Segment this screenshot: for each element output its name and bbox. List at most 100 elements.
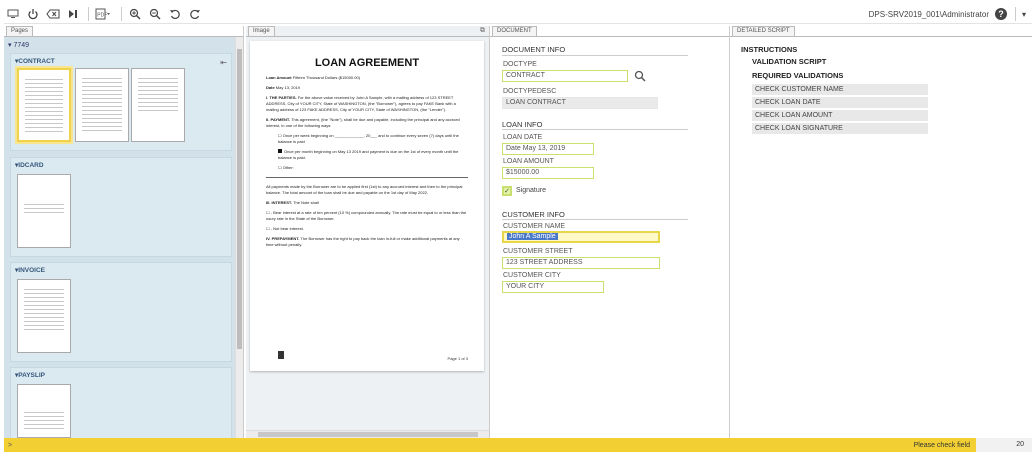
doc-payment: II. PAYMENT. This agreement, (the "Note"…	[266, 117, 460, 128]
page-thumb[interactable]	[17, 174, 71, 248]
toolbar-divider	[1014, 7, 1016, 21]
signature-checkbox[interactable]: ✓	[502, 186, 512, 196]
rotate-left-icon[interactable]	[166, 5, 184, 23]
scrollbar-thumb[interactable]	[258, 432, 478, 437]
tab-pages[interactable]: Pages	[6, 26, 34, 36]
doc-option-other: ☐ Other:	[278, 165, 294, 170]
group-contract[interactable]: ▾CONTRACT ⇤	[10, 53, 232, 151]
pages-panel-body: ▾ 7749 ▾CONTRACT ⇤ ▾IDCARD ▾INVOICE ▾PAY…	[4, 36, 243, 439]
section-customer-info: CUSTOMER INFO	[502, 210, 565, 219]
group-payslip[interactable]: ▾PAYSLIP	[10, 367, 232, 439]
script-body: INSTRUCTIONS VALIDATION SCRIPT REQUIRED …	[730, 36, 1032, 438]
script-panel: DETAILED SCRIPT INSTRUCTIONS VALIDATION …	[730, 26, 1032, 438]
loan-date-field[interactable]: Date May 13, 2019	[502, 143, 594, 155]
svg-text:PDF: PDF	[97, 12, 107, 18]
page-thumb[interactable]	[75, 68, 129, 142]
document-page: LOAN AGREEMENT Loan Amount Fifteen Thous…	[250, 41, 484, 371]
status-count: 20	[976, 438, 1032, 452]
help-icon[interactable]: ?	[994, 8, 1007, 20]
document-form: DOCUMENT INFO DOCTYPE CONTRACT DOCTYPEDE…	[490, 36, 729, 438]
doc-option-monthly: Once per month beginning on May 13 2019 …	[278, 149, 459, 160]
clear-icon[interactable]	[44, 5, 62, 23]
main-toolbar: PDF DPS-SRV2019_001\Administrator ? ▾	[4, 4, 1032, 24]
customer-name-field[interactable]: John A Sample	[502, 231, 660, 243]
batch-label: 7749	[13, 42, 30, 49]
page-thumb[interactable]	[131, 68, 185, 142]
tab-image[interactable]: Image	[248, 26, 275, 36]
section-rule	[502, 55, 688, 56]
doc-rule	[266, 177, 468, 178]
doc-parties: I. THE PARTIES. For the above value rece…	[266, 95, 456, 112]
customer-name-selection: John A Sample	[507, 233, 558, 240]
instructions-heading: INSTRUCTIONS	[741, 45, 798, 54]
page-thumb[interactable]	[17, 68, 71, 142]
loan-amount-field[interactable]: $15000.00	[502, 167, 594, 179]
customer-street-label: CUSTOMER STREET	[503, 248, 573, 255]
group-label-idcard: ▾IDCARD	[15, 162, 44, 169]
doc-interest: III. INTEREST. The Note shall	[266, 200, 319, 205]
page-thumb[interactable]	[17, 279, 71, 353]
doc-prepayment: IV. PREPAYMENT. The Borrower has the rig…	[266, 236, 460, 247]
tab-document[interactable]: DOCUMENT	[492, 26, 537, 36]
section-rule	[502, 219, 688, 220]
doc-title: LOAN AGREEMENT	[314, 57, 420, 69]
check-item[interactable]: CHECK CUSTOMER NAME	[752, 84, 928, 95]
status-expand-icon[interactable]: >	[8, 442, 12, 449]
toolbar-separator	[88, 6, 89, 21]
image-hscrollbar[interactable]	[246, 430, 489, 438]
pin-icon[interactable]: ⇤	[220, 58, 227, 67]
loan-amount-label: LOAN AMOUNT	[503, 158, 554, 165]
section-document-info: DOCUMENT INFO	[502, 45, 566, 54]
customer-name-label: CUSTOMER NAME	[503, 223, 566, 230]
status-message: Please check field	[913, 441, 970, 449]
section-rule	[502, 129, 688, 130]
screen-icon[interactable]	[4, 5, 22, 23]
page-thumb[interactable]	[17, 384, 71, 438]
doc-date-line: Date May 13, 2019	[266, 85, 301, 90]
rotate-right-icon[interactable]	[186, 5, 204, 23]
validation-script-heading: VALIDATION SCRIPT	[752, 57, 827, 66]
pages-panel: Pages ▾ 7749 ▾CONTRACT ⇤ ▾IDCARD ▾INVOIC…	[4, 26, 244, 439]
group-invoice[interactable]: ▾INVOICE	[10, 262, 232, 362]
doc-interest-option2: ☐ - Not bear interest.	[266, 226, 304, 231]
popout-icon[interactable]: ⧉	[480, 27, 485, 35]
doc-interest-option1: ☐ - Bear interest at a rate of ten perce…	[266, 210, 467, 221]
customer-city-label: CUSTOMER CITY	[503, 272, 561, 279]
group-idcard[interactable]: ▾IDCARD	[10, 157, 232, 257]
group-label-payslip: ▾PAYSLIP	[15, 372, 45, 379]
check-item[interactable]: CHECK LOAN DATE	[752, 97, 928, 108]
signature-label: Signature	[516, 187, 546, 194]
document-icon	[278, 351, 284, 359]
doctypedesc-field: LOAN CONTRACT	[502, 97, 658, 109]
power-icon[interactable]	[24, 5, 42, 23]
status-bar: > Please check field 20	[4, 438, 1032, 452]
search-icon[interactable]	[633, 69, 647, 83]
check-item[interactable]: CHECK LOAN SIGNATURE	[752, 123, 928, 134]
customer-city-field[interactable]: YOUR CITY	[502, 281, 604, 293]
toolbar-right: DPS-SRV2019_001\Administrator ? ▾	[869, 4, 1026, 24]
image-panel: Image ⧉ LOAN AGREEMENT Loan Amount Fifte…	[246, 26, 490, 438]
doctype-label: DOCTYPE	[503, 61, 537, 68]
document-panel: DOCUMENT DOCUMENT INFO DOCTYPE CONTRACT …	[490, 26, 730, 438]
skip-icon[interactable]	[64, 5, 82, 23]
scrollbar-thumb[interactable]	[237, 49, 242, 349]
group-label-invoice: ▾INVOICE	[15, 267, 45, 274]
pdf-icon[interactable]: PDF	[93, 5, 115, 23]
image-viewer[interactable]: LOAN AGREEMENT Loan Amount Fifteen Thous…	[246, 36, 489, 438]
customer-street-field[interactable]: 123 STREET ADDRESS	[502, 257, 660, 269]
tab-detailed-script[interactable]: DETAILED SCRIPT	[732, 26, 795, 36]
pages-scrollbar[interactable]	[235, 37, 243, 438]
toolbar-separator	[121, 6, 122, 21]
zoom-out-icon[interactable]	[146, 5, 164, 23]
doc-amount-line: Loan Amount Fifteen Thousand Dollars ($1…	[266, 75, 361, 80]
group-label-contract: ▾CONTRACT	[15, 58, 55, 65]
doctypedesc-label: DOCTYPEDESC	[503, 88, 557, 95]
user-menu-dropdown-icon[interactable]: ▾	[1022, 10, 1026, 19]
doctype-field[interactable]: CONTRACT	[502, 70, 628, 82]
zoom-in-icon[interactable]	[126, 5, 144, 23]
doc-payment-terms: All payments made by the Borrower are to…	[266, 184, 463, 195]
batch-node[interactable]: ▾ 7749	[8, 41, 29, 49]
loan-date-label: LOAN DATE	[503, 134, 543, 141]
check-item[interactable]: CHECK LOAN AMOUNT	[752, 110, 928, 121]
server-user-label: DPS-SRV2019_001\Administrator	[868, 9, 989, 19]
